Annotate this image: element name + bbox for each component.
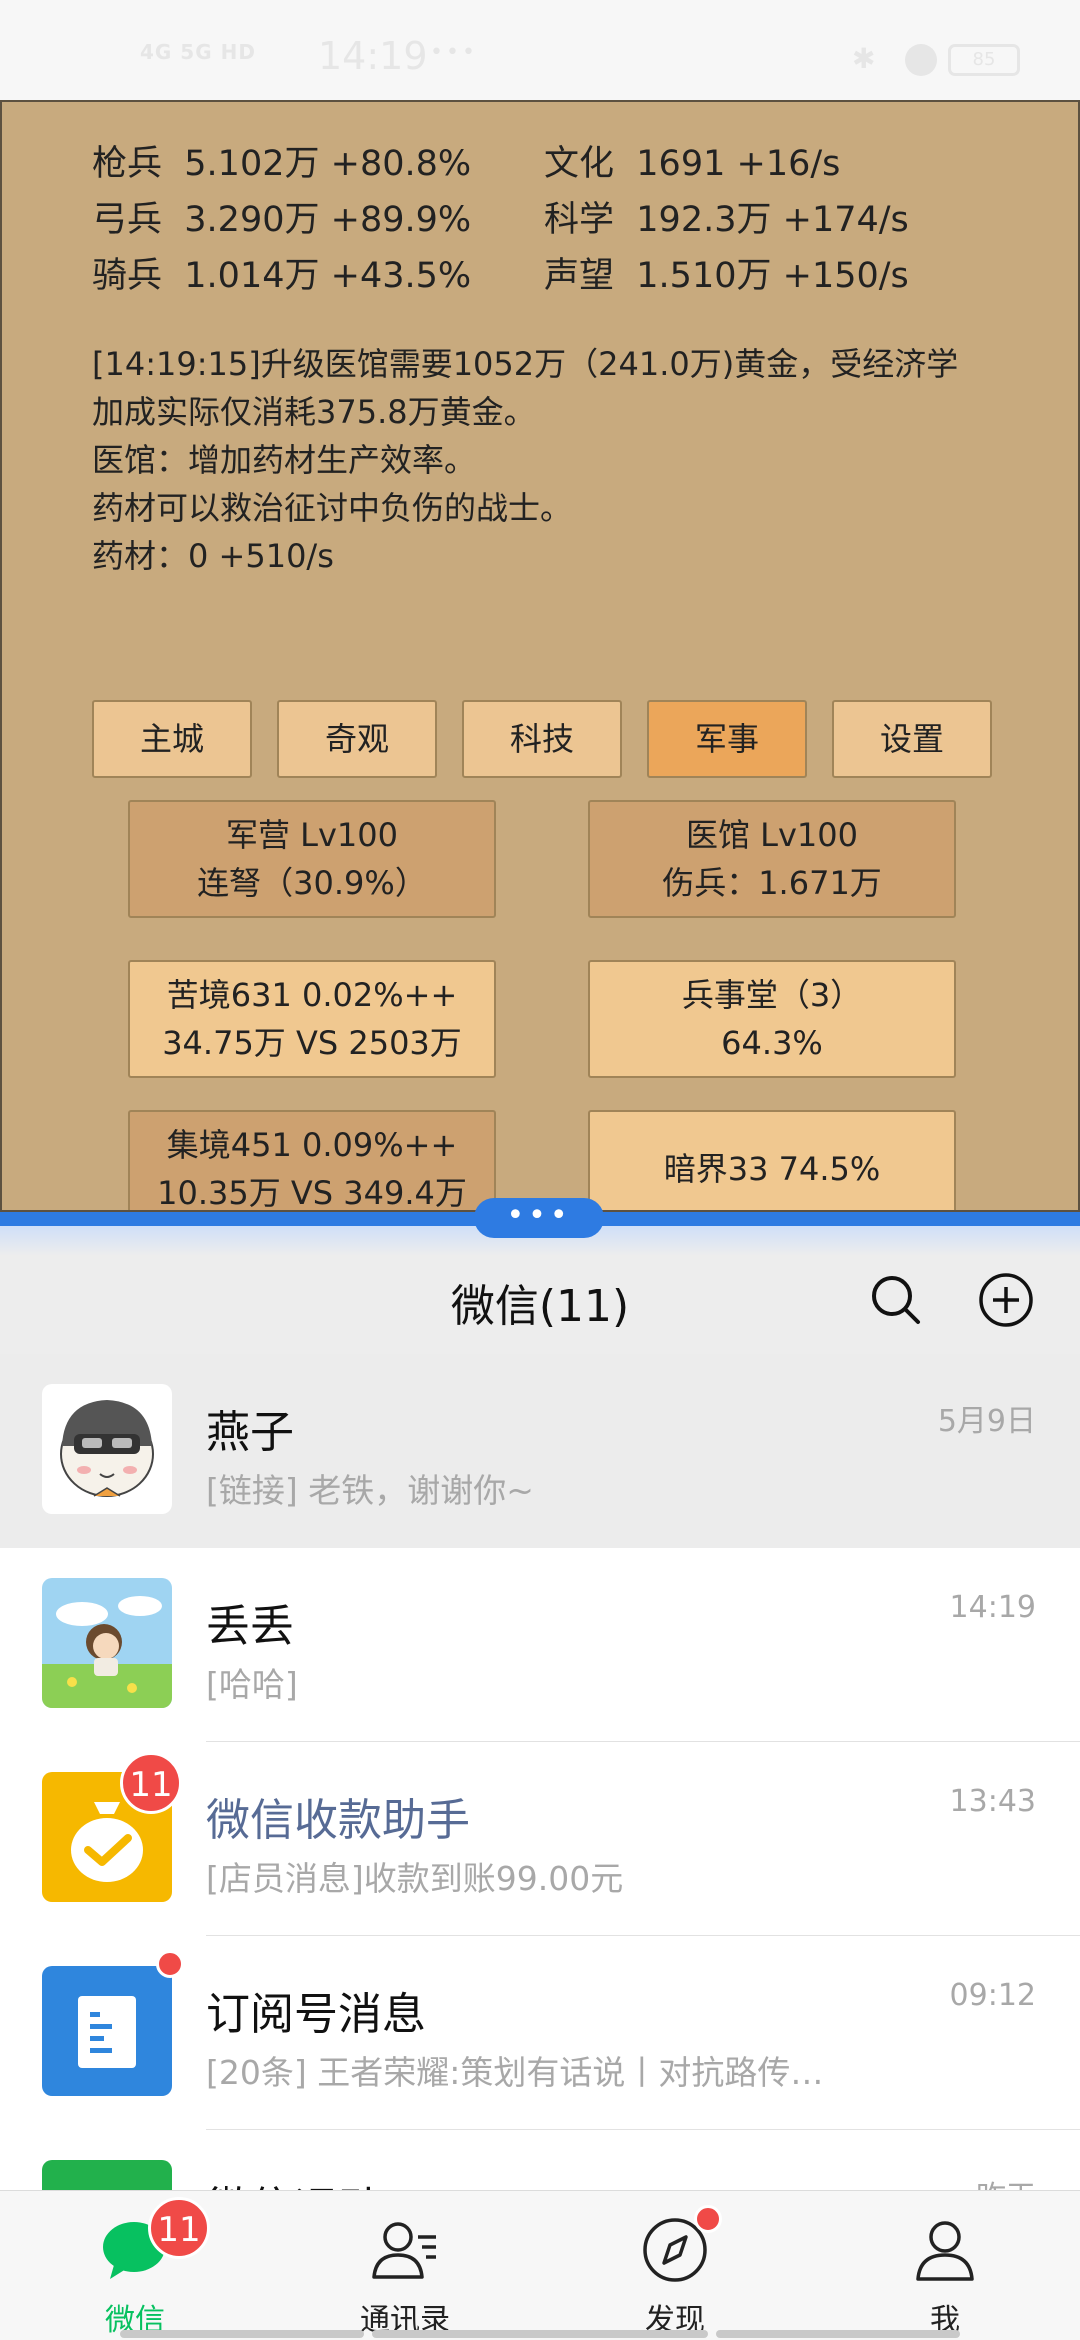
notification-dots: ••• bbox=[430, 40, 478, 65]
chat-item-wechat-sports[interactable]: 微信运动 昨天 bbox=[0, 2130, 1080, 2190]
wechat-sports-icon bbox=[42, 2160, 172, 2190]
avatar bbox=[42, 1578, 172, 1708]
nav-chats[interactable]: 11 微信 bbox=[0, 2191, 270, 2338]
dark-realm-card[interactable]: 暗界33 74.5% bbox=[588, 1110, 956, 1210]
signal-indicator: 4G 5G HD bbox=[140, 40, 256, 64]
home-indicator bbox=[372, 2330, 708, 2338]
chat-time: 13:43 bbox=[949, 1784, 1036, 1819]
military-hall-card[interactable]: 兵事堂（3） 64.3% bbox=[588, 960, 956, 1078]
bottom-nav: 11 微信 通讯录 发现 我 bbox=[0, 2190, 1080, 2340]
nav-contacts[interactable]: 通讯录 bbox=[270, 2191, 540, 2338]
battery-icon: 85 bbox=[948, 44, 1020, 76]
stat-science: 科学 192.3万 +174/s bbox=[544, 200, 909, 240]
unread-badge: 11 bbox=[148, 2197, 210, 2259]
chat-name: 燕子 bbox=[206, 1407, 294, 1458]
chat-time: 09:12 bbox=[949, 1978, 1036, 2013]
home-indicator bbox=[120, 2330, 364, 2338]
split-handle[interactable]: ••• bbox=[474, 1198, 604, 1238]
log-line: 加成实际仅消耗375.8万黄金。 bbox=[92, 393, 536, 431]
chat-name: 丢丢 bbox=[206, 1601, 294, 1652]
chat-name: 订阅号消息 bbox=[206, 1989, 426, 2040]
status-time: 14:19 bbox=[318, 34, 428, 78]
unread-dot bbox=[156, 1950, 184, 1978]
tab-settings[interactable]: 设置 bbox=[832, 700, 992, 778]
stat-prestige: 声望 1.510万 +150/s bbox=[544, 256, 909, 296]
log-line: 医馆：增加药材生产效率。 bbox=[92, 441, 477, 479]
stat-culture: 文化 1691 +16/s bbox=[544, 144, 841, 184]
status-bar: 4G 5G HD 14:19 ••• ✱ 85 bbox=[0, 0, 1080, 100]
contacts-icon bbox=[372, 2222, 436, 2279]
game-panel: 枪兵 5.102万 +80.8% 弓兵 3.290万 +89.9% 骑兵 1.0… bbox=[0, 100, 1080, 1212]
tab-technology[interactable]: 科技 bbox=[462, 700, 622, 778]
chat-item-yanzi[interactable]: 燕子 [链接] 老铁，谢谢你~ 5月9日 bbox=[0, 1354, 1080, 1548]
chat-list: 燕子 [链接] 老铁，谢谢你~ 5月9日 丢丢 [哈哈] 14:19 11 微信… bbox=[0, 1354, 1080, 2190]
chat-time: 昨天 bbox=[976, 2172, 1036, 2190]
nav-discover[interactable]: 发现 bbox=[540, 2191, 810, 2338]
chat-preview: [20条] 王者荣耀:策划有话说丨对抗路传… bbox=[206, 2053, 824, 2092]
unread-badge: 11 bbox=[120, 1752, 182, 1814]
stat-cavalry: 骑兵 1.014万 +43.5% bbox=[92, 256, 472, 296]
tab-wonders[interactable]: 奇观 bbox=[277, 700, 437, 778]
log-line: [14:19:15]升级医馆需要1052万（241.0万)黄金，受经济学 bbox=[92, 345, 959, 383]
chat-item-diudiu[interactable]: 丢丢 [哈哈] 14:19 bbox=[0, 1548, 1080, 1742]
barracks-card[interactable]: 军营 Lv100 连弩（30.9%） bbox=[128, 800, 496, 918]
battery-level: 85 bbox=[972, 49, 996, 70]
wechat-header: 微信(11) bbox=[0, 1256, 1080, 1356]
discover-dot bbox=[694, 2205, 722, 2233]
mute-icon bbox=[905, 44, 937, 76]
chat-item-subscriptions[interactable]: 订阅号消息 [20条] 王者荣耀:策划有话说丨对抗路传… 09:12 bbox=[0, 1936, 1080, 2130]
chat-preview: [链接] 老铁，谢谢你~ bbox=[206, 1471, 534, 1510]
event-log: [14:19:15]升级医馆需要1052万（241.0万)黄金，受经济学 加成实… bbox=[92, 340, 1012, 580]
tab-military[interactable]: 军事 bbox=[647, 700, 807, 778]
log-line: 药材：0 +510/s bbox=[92, 537, 334, 575]
nav-me[interactable]: 我 bbox=[810, 2191, 1080, 2338]
hardship-realm-card[interactable]: 苦境631 0.02%++ 34.75万 VS 2503万 bbox=[128, 960, 496, 1078]
chat-time: 14:19 bbox=[949, 1590, 1036, 1625]
add-icon[interactable] bbox=[976, 1270, 1036, 1330]
stat-archers: 弓兵 3.290万 +89.9% bbox=[92, 200, 472, 240]
bluetooth-icon: ✱ bbox=[852, 42, 876, 75]
chat-preview: [店员消息]收款到账99.00元 bbox=[206, 1859, 624, 1898]
subscriptions-icon bbox=[42, 1966, 172, 2096]
chat-preview: [哈哈] bbox=[206, 1665, 298, 1704]
chat-name: 微信运动 bbox=[206, 2172, 382, 2190]
search-icon[interactable] bbox=[866, 1270, 926, 1330]
stat-spearmen: 枪兵 5.102万 +80.8% bbox=[92, 144, 472, 184]
chat-item-payment-assistant[interactable]: 11 微信收款助手 [店员消息]收款到账99.00元 13:43 bbox=[0, 1742, 1080, 1936]
log-line: 药材可以救治征讨中负伤的战士。 bbox=[92, 489, 573, 527]
chat-name: 微信收款助手 bbox=[206, 1795, 470, 1846]
gathering-realm-card[interactable]: 集境451 0.09%++ 10.35万 VS 349.4万 bbox=[128, 1110, 496, 1210]
chat-time: 5月9日 bbox=[937, 1404, 1036, 1439]
tab-main-city[interactable]: 主城 bbox=[92, 700, 252, 778]
hospital-card[interactable]: 医馆 Lv100 伤兵：1.671万 bbox=[588, 800, 956, 918]
home-indicator bbox=[716, 2330, 960, 2338]
profile-icon bbox=[916, 2221, 974, 2281]
avatar bbox=[42, 1384, 172, 1514]
